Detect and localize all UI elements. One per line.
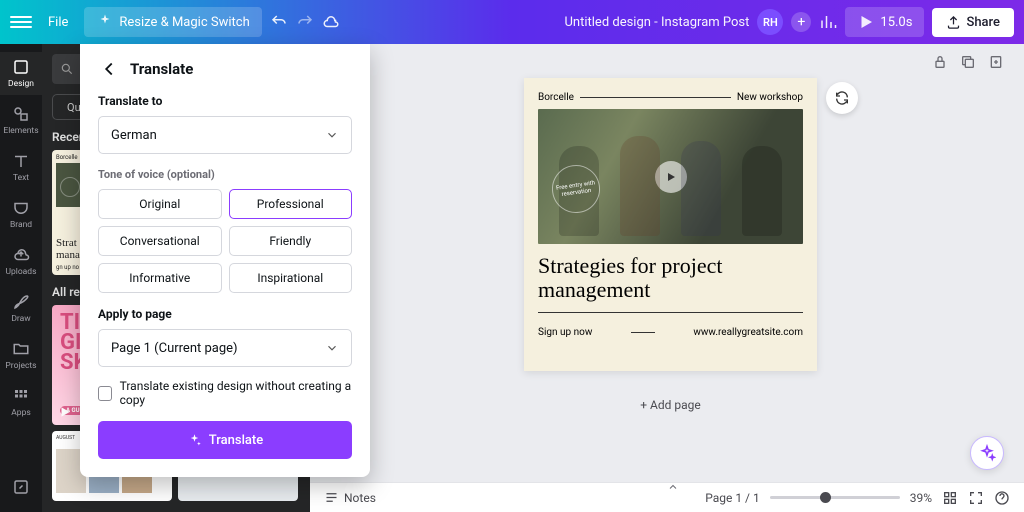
text-icon [12,152,30,170]
user-avatar[interactable]: RH [757,9,783,35]
brand-icon [12,199,30,217]
document-title[interactable]: Untitled design - Instagram Post [564,15,749,30]
design-icon [12,58,30,76]
zoom-handle[interactable] [820,492,831,503]
language-select[interactable]: German [98,116,352,154]
rail-apps[interactable]: Apps [0,381,42,424]
upload-icon [946,15,961,30]
zoom-slider[interactable] [770,496,900,499]
refresh-icon [834,90,850,106]
add-page-icon[interactable] [988,54,1004,70]
projects-icon [12,340,30,358]
fullscreen-icon[interactable] [968,490,984,506]
translate-panel: Translate Translate to German Tone of vo… [80,44,370,477]
lock-icon[interactable] [932,54,948,70]
tone-original[interactable]: Original [98,189,222,219]
rail-magic-media[interactable] [0,472,42,502]
menu-hamburger-icon[interactable] [10,11,32,33]
tone-friendly[interactable]: Friendly [229,226,353,256]
ai-assistant-fab[interactable] [970,436,1004,470]
design-tagline: New workshop [737,92,803,103]
translate-to-label: Translate to [98,94,352,108]
design-page-1[interactable]: Borcelle New workshop Free entry with re… [524,78,817,371]
translate-title: Translate [130,60,193,78]
chevron-down-icon [325,128,339,142]
design-headline: Strategies for project management [538,254,803,302]
rail-text[interactable]: Text [0,146,42,189]
notes-button[interactable]: Notes [324,490,376,505]
tone-label: Tone of voice (optional) [98,168,352,181]
play-icon [857,13,875,31]
notes-icon [324,490,339,505]
canvas-workspace: Borcelle New workshop Free entry with re… [310,44,1024,482]
grid-view-icon[interactable] [942,490,958,506]
duplicate-icon[interactable] [960,54,976,70]
rail-projects[interactable]: Projects [0,334,42,377]
rail-brand[interactable]: Brand [0,193,42,236]
add-page-button[interactable]: + Add page [524,390,817,420]
design-hero-image: Free entry with reservation [538,109,803,244]
apply-to-page-label: Apply to page [98,307,352,321]
redo-icon[interactable] [296,13,314,31]
present-button[interactable]: 15.0s [845,7,924,37]
draw-icon [12,293,30,311]
page-select[interactable]: Page 1 (Current page) [98,329,352,367]
tone-inspirational[interactable]: Inspirational [229,263,353,293]
resize-magic-switch-button[interactable]: Resize & Magic Switch [84,7,261,37]
design-url: www.reallygreatsite.com [693,327,803,338]
design-brand: Borcelle [538,92,574,103]
edit-icon [12,478,30,496]
sparkle-icon [96,13,114,31]
bottom-status-bar: Notes Page 1 / 1 39% [310,482,1024,512]
zoom-value: 39% [910,491,932,505]
design-cta: Sign up now [538,327,592,338]
copy-checkbox-label: Translate existing design without creati… [120,379,352,407]
cloud-sync-icon[interactable] [322,13,340,31]
help-icon[interactable] [994,490,1010,506]
file-menu[interactable]: File [40,9,76,36]
play-overlay-icon [58,405,72,419]
chevron-up-icon[interactable] [667,481,679,493]
apps-icon [12,387,30,405]
undo-icon[interactable] [270,13,288,31]
rail-elements[interactable]: Elements [0,99,42,142]
rail-design[interactable]: Design [0,52,42,95]
sparkle-icon [187,433,202,448]
elements-icon [12,105,30,123]
top-toolbar: File Resize & Magic Switch Untitled desi… [0,0,1024,44]
back-arrow-icon[interactable] [98,58,120,80]
tone-professional[interactable]: Professional [229,189,353,219]
analytics-icon[interactable] [819,13,837,31]
rail-draw[interactable]: Draw [0,287,42,330]
add-collaborator-button[interactable]: + [791,12,811,32]
page-tools [932,54,1004,70]
copy-checkbox[interactable] [98,386,112,401]
chevron-down-icon [325,341,339,355]
rail-uploads[interactable]: Uploads [0,240,42,283]
page-indicator[interactable]: Page 1 / 1 [705,491,760,505]
sparkle-icon [978,444,996,462]
uploads-icon [12,246,30,264]
tone-informative[interactable]: Informative [98,263,222,293]
left-nav-rail: Design Elements Text Brand Uploads Draw … [0,44,42,512]
translate-action-button[interactable]: Translate [98,421,352,459]
tone-conversational[interactable]: Conversational [98,226,222,256]
refresh-fab[interactable] [826,82,858,114]
share-button[interactable]: Share [932,8,1014,37]
search-icon [60,62,74,76]
